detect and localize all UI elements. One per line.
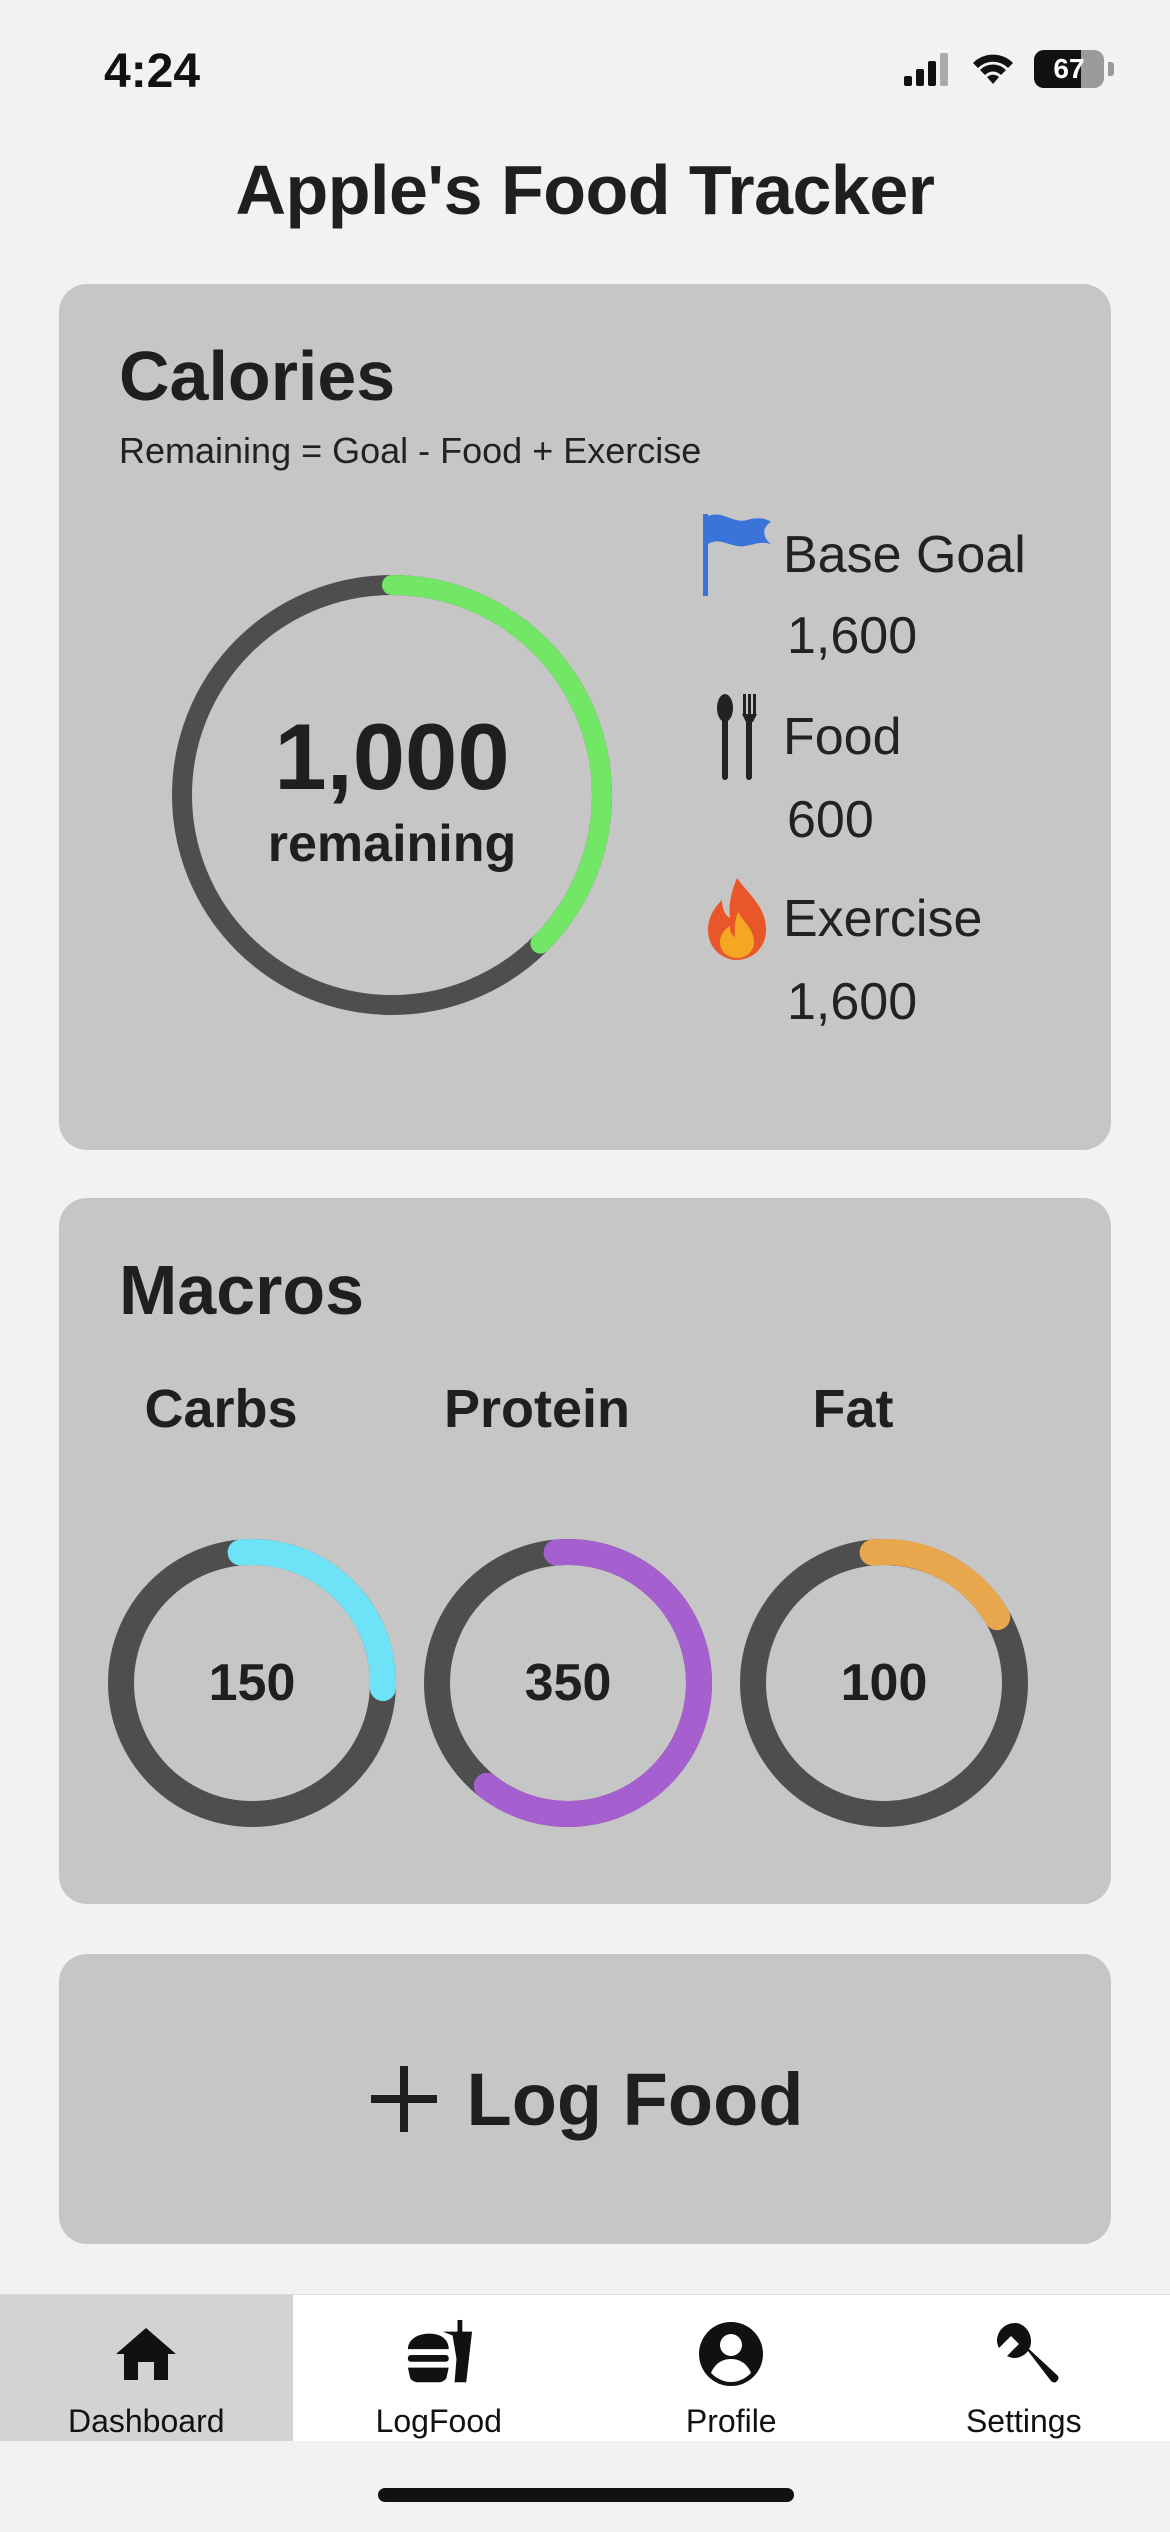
base-goal-label: Base Goal (783, 526, 1026, 584)
exercise-row: Exercise (699, 874, 982, 964)
log-food-label: Log Food (466, 2057, 804, 2141)
tab-dashboard-label: Dashboard (67, 2403, 225, 2439)
fat-value: 100 (840, 1654, 928, 1712)
calories-formula: Remaining = Goal - Food + Exercise (119, 430, 702, 471)
tab-settings-label: Settings (965, 2403, 1082, 2439)
food-row: Food (699, 692, 902, 782)
plus-icon (370, 2066, 437, 2132)
status-icons: 67 (904, 50, 1114, 88)
tab-bar: Dashboard LogFood Profile Settings (0, 2294, 1170, 2441)
wifi-icon (973, 54, 1013, 84)
tab-profile[interactable]: Profile (585, 2295, 878, 2441)
carbs-label: Carbs (144, 1379, 298, 1439)
log-food-button[interactable]: Log Food (59, 1954, 1111, 2244)
status-time: 4:24 (104, 45, 201, 98)
exercise-label: Exercise (783, 890, 983, 948)
calories-remaining-label: remaining (267, 815, 517, 873)
fastfood-icon (404, 2319, 474, 2389)
protein-value: 350 (524, 1654, 612, 1712)
base-goal-row: Base Goal (699, 510, 1026, 600)
carbs-value: 150 (208, 1654, 296, 1712)
home-indicator (378, 2488, 794, 2502)
flag-icon (699, 510, 775, 600)
page-title: Apple's Food Tracker (235, 151, 935, 229)
log-food-content: Log Food (367, 2057, 804, 2142)
calories-title: Calories (119, 337, 396, 415)
calories-remaining-value: 1,000 (274, 704, 510, 809)
base-goal-value: 1,600 (787, 607, 918, 665)
tab-logfood[interactable]: LogFood (293, 2295, 586, 2441)
calories-card: Calories Remaining = Goal - Food + Exerc… (59, 284, 1111, 1150)
tab-logfood-label: LogFood (375, 2403, 502, 2439)
fat-label: Fat (812, 1379, 894, 1439)
macros-card: Macros Carbs Protein Fat 150 350 100 (59, 1198, 1111, 1904)
exercise-value: 1,600 (787, 973, 918, 1031)
macros-title: Macros (119, 1251, 365, 1329)
cellular-signal-icon (904, 53, 948, 86)
home-icon (111, 2319, 181, 2389)
status-bar: 4:24 67 (0, 0, 1170, 150)
tab-dashboard[interactable]: Dashboard (0, 2295, 293, 2441)
battery-icon: 67 (1034, 50, 1104, 88)
battery-level: 67 (1053, 53, 1085, 84)
food-value: 600 (787, 791, 874, 849)
food-label: Food (783, 708, 902, 766)
fork-knife-icon (699, 692, 775, 782)
protein-label: Protein (443, 1379, 631, 1439)
wrench-icon (989, 2319, 1059, 2389)
calories-center: 1,000 remaining (167, 570, 617, 1020)
tab-settings[interactable]: Settings (878, 2295, 1170, 2441)
profile-icon (696, 2319, 766, 2389)
tab-profile-label: Profile (685, 2403, 777, 2439)
fire-icon (699, 874, 775, 964)
